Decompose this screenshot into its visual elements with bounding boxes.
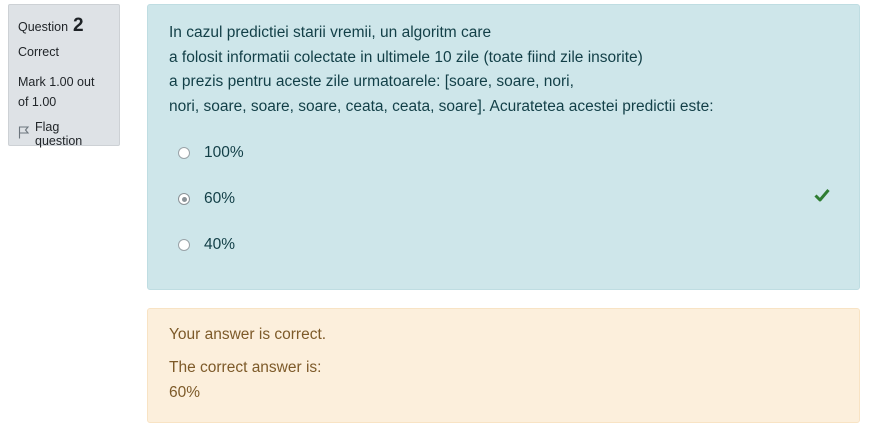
question-label: Question — [18, 20, 69, 34]
question-text-line: a folosit informatii colectate in ultime… — [169, 48, 643, 66]
answer-option-60[interactable]: 60% — [178, 190, 235, 208]
question-state: Correct — [18, 45, 59, 59]
question-text: In cazul predictiei starii vremii, un al… — [169, 21, 714, 119]
answer-radio-60[interactable] — [178, 193, 190, 205]
question-info-panel: Question 2 Correct Mark 1.00 out of 1.00… — [8, 4, 120, 148]
question-text-line: a prezis pentru aceste zile urmatoarele:… — [169, 73, 574, 90]
answer-label-100: 100% — [204, 144, 244, 161]
answer-label-60: 60% — [204, 190, 236, 207]
answer-option-40[interactable]: 40% — [178, 236, 235, 254]
right-answer-label: The correct answer is: — [169, 359, 322, 376]
flag-question-label: Flag question — [35, 120, 83, 148]
grade-line-2: of 1.00 — [18, 95, 57, 109]
general-feedback: Your answer is correct. — [169, 326, 327, 343]
answer-label-40: 40% — [204, 236, 236, 253]
right-answer-value: 60% — [169, 384, 201, 401]
question-content: In cazul predictiei starii vremii, un al… — [147, 4, 860, 290]
answer-radio-40[interactable] — [178, 239, 190, 251]
grade-line-1: Mark 1.00 out — [18, 75, 95, 89]
flag-icon — [18, 126, 30, 142]
answer-radio-100[interactable] — [178, 147, 190, 159]
question-text-line: In cazul predictiei starii vremii, un al… — [169, 24, 492, 41]
flag-question-button[interactable]: Flag question — [18, 120, 110, 148]
question-text-line: nori, soare, soare, soare, ceata, ceata,… — [169, 97, 714, 115]
feedback-panel: Your answer is correct. The correct answ… — [147, 308, 860, 423]
question-number: 2 — [73, 15, 84, 36]
question-grade: Mark 1.00 out of 1.00 — [18, 72, 110, 112]
question-number-line: Question 2 — [18, 16, 110, 35]
answer-option-100[interactable]: 100% — [178, 144, 244, 162]
check-icon — [814, 188, 830, 202]
